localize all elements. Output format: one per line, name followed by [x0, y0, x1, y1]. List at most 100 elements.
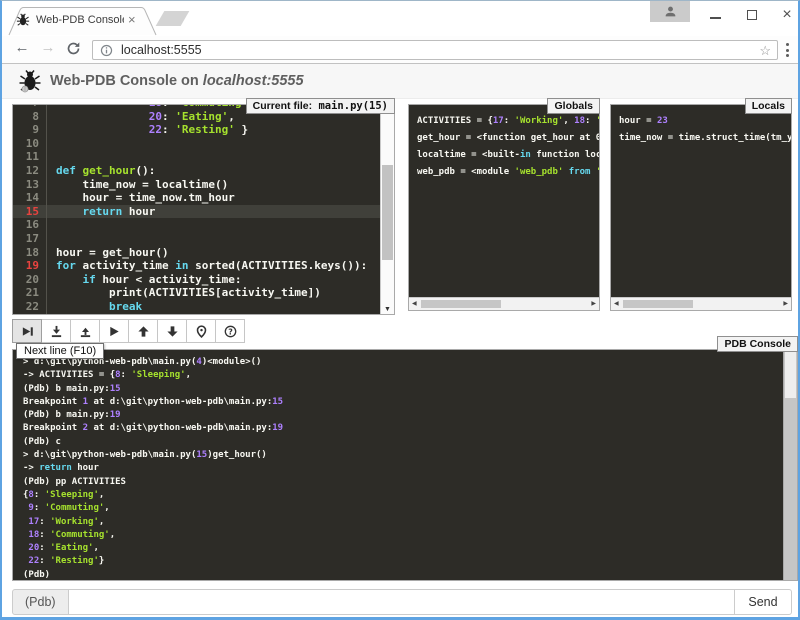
code-line: 20 if hour < activity_time:: [13, 273, 380, 287]
return-button[interactable]: [70, 319, 100, 343]
token: if: [83, 273, 96, 286]
where-button[interactable]: [186, 319, 216, 343]
line-number[interactable]: 21: [13, 286, 47, 300]
token: for: [56, 259, 76, 272]
token: sorted(ACTIVITIES.keys()):: [188, 259, 367, 272]
reload-icon[interactable]: [66, 41, 81, 56]
profile-button[interactable]: [650, 1, 690, 22]
new-tab-button[interactable]: [156, 11, 190, 26]
tooltip: Next line (F10): [16, 343, 104, 359]
local-variable-line: time_now = time.struct_time(tm_yea: [619, 130, 783, 147]
token: 'Resting': [50, 556, 99, 566]
token: ,: [110, 530, 115, 540]
code-text: if hour < activity_time:: [56, 273, 241, 287]
scroll-right-arrow-icon[interactable]: ▶: [783, 298, 788, 310]
help-button[interactable]: ?: [215, 319, 245, 343]
console-line: Breakpoint 2 at d:\git\python-web-pdb\ma…: [23, 422, 783, 435]
url-text[interactable]: localhost:5555: [121, 41, 202, 60]
console-vertical-scrollbar[interactable]: [783, 350, 797, 580]
locals-horizontal-scrollbar[interactable]: ◀ ▶: [611, 297, 791, 310]
token: 18: [28, 530, 39, 540]
token: 17: [493, 116, 504, 126]
minimize-icon: [710, 17, 721, 19]
globals-horizontal-scrollbar[interactable]: ◀ ▶: [409, 297, 599, 310]
step-into-button[interactable]: [41, 319, 71, 343]
token: ACTIVITIES = {: [417, 116, 493, 126]
breakpoint-line-number[interactable]: 15: [13, 205, 47, 219]
token: ,: [104, 503, 109, 513]
token: 'Resting': [175, 123, 235, 136]
scroll-thumb[interactable]: [785, 352, 796, 398]
tab-close-icon[interactable]: ×: [128, 14, 136, 26]
token: web_pdb = <module: [417, 167, 515, 177]
browser-window: Web-PDB Console on loc × × ← → localhost…: [0, 0, 800, 620]
token: [76, 164, 83, 177]
token: (Pdb): [23, 570, 50, 580]
token: -> ACTIVITIES = {: [23, 370, 115, 380]
step-out-icon: [79, 325, 92, 338]
command-input[interactable]: [69, 589, 735, 615]
line-number[interactable]: 22: [13, 300, 47, 314]
code-text: print(ACTIVITIES[activity_time]): [56, 286, 321, 300]
send-button[interactable]: Send: [734, 589, 792, 615]
token: [56, 123, 149, 136]
line-number[interactable]: 9: [13, 123, 47, 137]
info-icon[interactable]: [100, 44, 113, 57]
token: :: [39, 517, 50, 527]
browser-menu-icon[interactable]: [786, 43, 790, 60]
bookmark-star-icon[interactable]: ☆: [759, 41, 771, 60]
play-icon: [108, 325, 121, 338]
token: :: [39, 556, 50, 566]
line-number[interactable]: 18: [13, 246, 47, 260]
line-number[interactable]: 11: [13, 150, 47, 164]
token: (Pdb) pp ACTIVITIES: [23, 477, 126, 487]
continue-button[interactable]: [99, 319, 129, 343]
console-viewport[interactable]: > d:\git\python-web-pdb\main.py(4)<modul…: [13, 350, 783, 580]
token: 15: [272, 397, 283, 407]
locals-viewport[interactable]: hour = 23time_now = time.struct_time(tm_…: [611, 105, 791, 297]
console-line: 9: 'Commuting',: [23, 502, 783, 515]
minimize-button[interactable]: [698, 1, 732, 29]
line-number[interactable]: 12: [13, 164, 47, 178]
line-number[interactable]: 20: [13, 273, 47, 287]
token: ,: [563, 116, 574, 126]
editor-vertical-scrollbar[interactable]: ▼: [380, 105, 394, 314]
scroll-thumb[interactable]: [623, 300, 693, 308]
token: 'Working': [515, 116, 564, 126]
close-button[interactable]: ×: [770, 1, 800, 29]
maximize-icon: [747, 10, 757, 20]
scroll-left-arrow-icon[interactable]: ◀: [412, 298, 417, 310]
token: hour =: [619, 116, 657, 126]
page-title: Web-PDB Console on localhost:5555: [50, 73, 304, 89]
line-number[interactable]: 8: [13, 110, 47, 124]
token: :: [162, 123, 175, 136]
token: hour < activity_time:: [96, 273, 242, 286]
maximize-button[interactable]: [735, 1, 769, 29]
scroll-thumb[interactable]: [421, 300, 501, 308]
next-line-button[interactable]: [12, 319, 42, 343]
browser-tab[interactable]: Web-PDB Console on loc ×: [16, 10, 144, 30]
code-viewport[interactable]: 7 18: 'Commuting',8 20: 'Eating',9 22: '…: [13, 105, 380, 314]
back-icon[interactable]: ←: [12, 39, 32, 56]
console-line: 18: 'Commuting',: [23, 529, 783, 542]
token: :: [585, 116, 596, 126]
stack-down-button[interactable]: [157, 319, 187, 343]
scroll-left-arrow-icon[interactable]: ◀: [614, 298, 619, 310]
line-number[interactable]: 10: [13, 137, 47, 151]
line-number[interactable]: 14: [13, 191, 47, 205]
breakpoint-line-number[interactable]: 19: [13, 259, 47, 273]
scroll-right-arrow-icon[interactable]: ▶: [591, 298, 596, 310]
token: Breakpoint: [23, 423, 83, 433]
scroll-thumb[interactable]: [382, 165, 393, 260]
step-forward-icon: [21, 325, 34, 338]
line-number[interactable]: 16: [13, 218, 47, 232]
code-line: 14 hour = time_now.tm_hour: [13, 191, 380, 205]
globals-viewport[interactable]: ACTIVITIES = {17: 'Working', 18: 'get_ho…: [409, 105, 599, 297]
line-number[interactable]: 13: [13, 178, 47, 192]
token: Breakpoint: [23, 397, 83, 407]
scroll-down-arrow-icon[interactable]: ▼: [381, 306, 394, 313]
address-bar[interactable]: localhost:5555 ☆: [92, 40, 778, 60]
line-number[interactable]: 17: [13, 232, 47, 246]
stack-up-button[interactable]: [128, 319, 158, 343]
token: ': [596, 167, 599, 177]
